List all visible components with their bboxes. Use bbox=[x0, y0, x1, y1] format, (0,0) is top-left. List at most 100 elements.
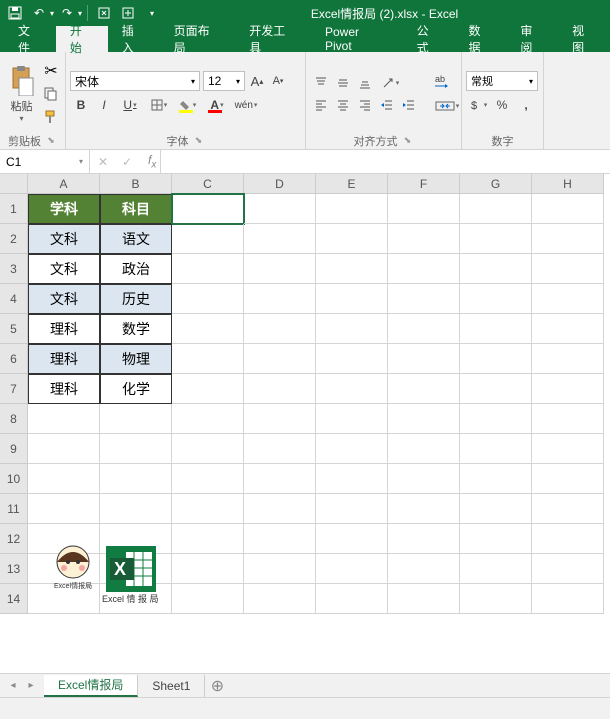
cell-A4[interactable]: 文科 bbox=[28, 284, 100, 314]
align-center-icon[interactable] bbox=[332, 94, 354, 116]
fx-icon[interactable]: fx bbox=[148, 153, 156, 170]
italic-button[interactable]: I bbox=[93, 94, 115, 116]
cell-F7[interactable] bbox=[388, 374, 460, 404]
select-all-corner[interactable] bbox=[0, 174, 28, 194]
cell-B10[interactable] bbox=[100, 464, 172, 494]
increase-font-icon[interactable]: A▴ bbox=[248, 71, 266, 91]
cell-A1[interactable]: 学科 bbox=[28, 194, 100, 224]
bold-button[interactable]: B bbox=[70, 94, 92, 116]
sheet-nav-next-icon[interactable]: ▸ bbox=[24, 679, 38, 693]
cell-C1[interactable] bbox=[172, 194, 244, 224]
row-header-11[interactable]: 11 bbox=[0, 494, 28, 524]
col-header-E[interactable]: E bbox=[316, 174, 388, 194]
cell-B4[interactable]: 历史 bbox=[100, 284, 172, 314]
phonetic-button[interactable]: wén▾ bbox=[232, 94, 260, 116]
row-header-7[interactable]: 7 bbox=[0, 374, 28, 404]
cell-G9[interactable] bbox=[460, 434, 532, 464]
cell-H10[interactable] bbox=[532, 464, 604, 494]
cell-D2[interactable] bbox=[244, 224, 316, 254]
enter-icon[interactable]: ✓ bbox=[118, 153, 136, 171]
wrap-text-icon[interactable]: ab bbox=[428, 71, 458, 93]
cell-G2[interactable] bbox=[460, 224, 532, 254]
undo-icon[interactable]: ↶ bbox=[28, 2, 50, 24]
cell-B6[interactable]: 物理 bbox=[100, 344, 172, 374]
redo-icon[interactable]: ↷ bbox=[56, 2, 78, 24]
row-header-1[interactable]: 1 bbox=[0, 194, 28, 224]
font-name-select[interactable]: 宋体▾ bbox=[70, 71, 200, 91]
row-header-3[interactable]: 3 bbox=[0, 254, 28, 284]
tab-formulas[interactable]: 公式 bbox=[403, 26, 455, 52]
row-header-2[interactable]: 2 bbox=[0, 224, 28, 254]
cell-G6[interactable] bbox=[460, 344, 532, 374]
formula-input[interactable] bbox=[161, 150, 610, 173]
underline-button[interactable]: U▾ bbox=[116, 94, 144, 116]
cell-F6[interactable] bbox=[388, 344, 460, 374]
cell-D11[interactable] bbox=[244, 494, 316, 524]
row-header-5[interactable]: 5 bbox=[0, 314, 28, 344]
align-left-icon[interactable] bbox=[310, 94, 332, 116]
cell-G7[interactable] bbox=[460, 374, 532, 404]
cell-A9[interactable] bbox=[28, 434, 100, 464]
qat-button-1[interactable] bbox=[93, 2, 115, 24]
col-header-A[interactable]: A bbox=[28, 174, 100, 194]
fill-color-button[interactable]: ▾ bbox=[174, 94, 202, 116]
cell-D8[interactable] bbox=[244, 404, 316, 434]
tab-review[interactable]: 审阅 bbox=[506, 26, 558, 52]
qat-button-2[interactable] bbox=[117, 2, 139, 24]
cell-C5[interactable] bbox=[172, 314, 244, 344]
decrease-font-icon[interactable]: A▾ bbox=[269, 71, 287, 91]
sheet-nav-prev-icon[interactable]: ◂ bbox=[6, 679, 20, 693]
col-header-C[interactable]: C bbox=[172, 174, 244, 194]
cell-E9[interactable] bbox=[316, 434, 388, 464]
cell-C6[interactable] bbox=[172, 344, 244, 374]
cell-H5[interactable] bbox=[532, 314, 604, 344]
cell-G13[interactable] bbox=[460, 554, 532, 584]
cell-E4[interactable] bbox=[316, 284, 388, 314]
align-right-icon[interactable] bbox=[354, 94, 376, 116]
cell-E10[interactable] bbox=[316, 464, 388, 494]
tab-insert[interactable]: 插入 bbox=[108, 26, 160, 52]
cell-E7[interactable] bbox=[316, 374, 388, 404]
row-header-9[interactable]: 9 bbox=[0, 434, 28, 464]
cell-G14[interactable] bbox=[460, 584, 532, 614]
align-top-icon[interactable] bbox=[310, 72, 332, 94]
cell-H4[interactable] bbox=[532, 284, 604, 314]
cell-F4[interactable] bbox=[388, 284, 460, 314]
cell-G12[interactable] bbox=[460, 524, 532, 554]
cell-A7[interactable]: 理科 bbox=[28, 374, 100, 404]
cell-F12[interactable] bbox=[388, 524, 460, 554]
tab-home[interactable]: 开始 bbox=[56, 26, 108, 52]
cell-H8[interactable] bbox=[532, 404, 604, 434]
cell-E12[interactable] bbox=[316, 524, 388, 554]
cell-F8[interactable] bbox=[388, 404, 460, 434]
cell-F5[interactable] bbox=[388, 314, 460, 344]
copy-icon[interactable] bbox=[41, 84, 61, 104]
cell-D9[interactable] bbox=[244, 434, 316, 464]
cell-E8[interactable] bbox=[316, 404, 388, 434]
cell-A6[interactable]: 理科 bbox=[28, 344, 100, 374]
embedded-logo-image[interactable]: Excel情报局 X Excel 情 报 局 bbox=[48, 544, 188, 604]
cancel-icon[interactable]: ✕ bbox=[94, 153, 112, 171]
save-icon[interactable] bbox=[4, 2, 26, 24]
cell-G3[interactable] bbox=[460, 254, 532, 284]
cell-C8[interactable] bbox=[172, 404, 244, 434]
cell-E3[interactable] bbox=[316, 254, 388, 284]
align-bottom-icon[interactable] bbox=[354, 72, 376, 94]
number-format-select[interactable]: 常规▾ bbox=[466, 71, 538, 91]
cell-H2[interactable] bbox=[532, 224, 604, 254]
tab-data[interactable]: 数据 bbox=[454, 26, 506, 52]
cell-H14[interactable] bbox=[532, 584, 604, 614]
cell-D14[interactable] bbox=[244, 584, 316, 614]
cell-F3[interactable] bbox=[388, 254, 460, 284]
cell-F9[interactable] bbox=[388, 434, 460, 464]
add-sheet-icon[interactable]: ⊕ bbox=[205, 676, 229, 696]
cell-A8[interactable] bbox=[28, 404, 100, 434]
cell-C2[interactable] bbox=[172, 224, 244, 254]
tab-layout[interactable]: 页面布局 bbox=[160, 26, 236, 52]
cell-D10[interactable] bbox=[244, 464, 316, 494]
merge-cells-icon[interactable]: ▾ bbox=[428, 95, 466, 117]
cell-H6[interactable] bbox=[532, 344, 604, 374]
cell-D3[interactable] bbox=[244, 254, 316, 284]
cell-D7[interactable] bbox=[244, 374, 316, 404]
orientation-icon[interactable]: ▾ bbox=[376, 72, 404, 94]
